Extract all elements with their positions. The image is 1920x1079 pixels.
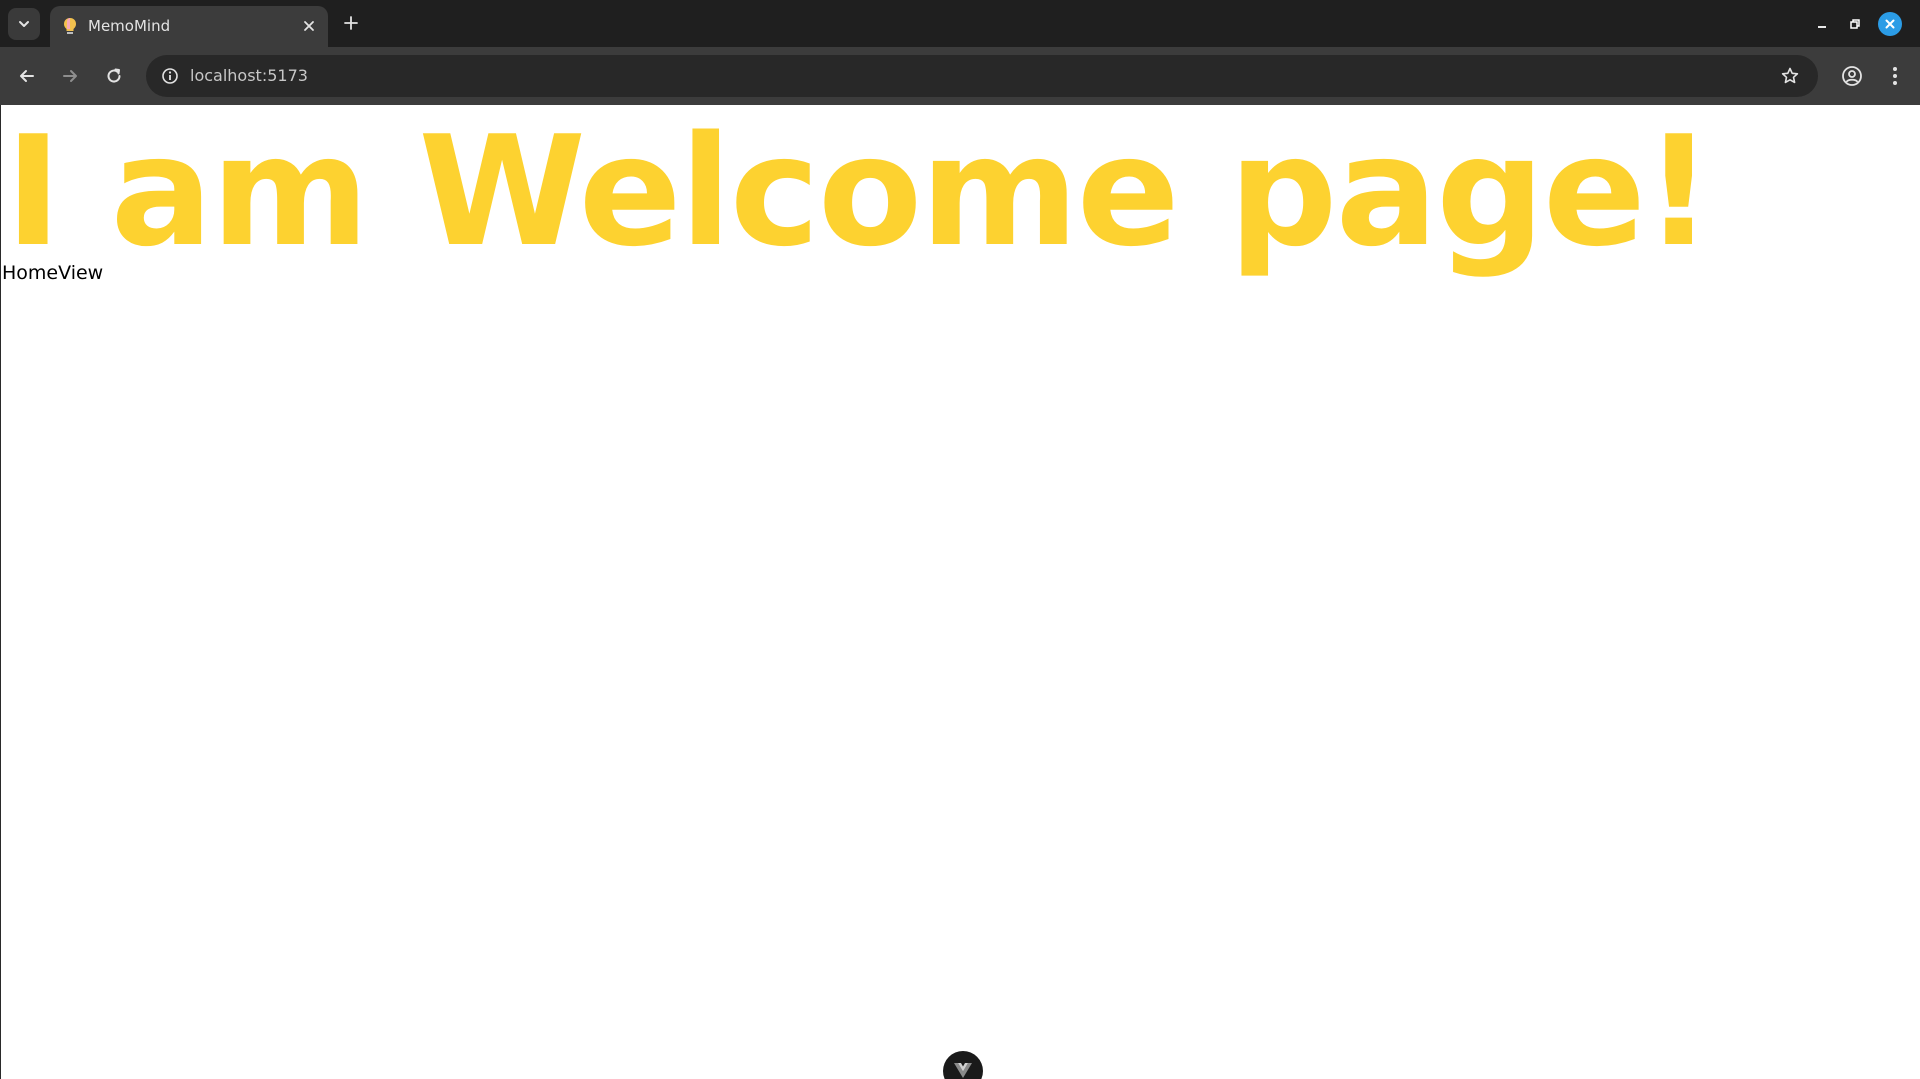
back-button[interactable] (11, 60, 43, 92)
arrow-left-icon (20, 70, 34, 82)
home-view-label: HomeView (2, 262, 104, 284)
plus-icon (344, 16, 358, 30)
browser-menu-button[interactable] (1879, 60, 1911, 92)
url-text: localhost:5173 (190, 66, 308, 85)
reload-button[interactable] (98, 60, 130, 92)
vue-devtools-button[interactable] (943, 1051, 983, 1079)
minimize-icon (1818, 26, 1826, 28)
restore-icon (1850, 19, 1860, 29)
close-icon (304, 21, 314, 31)
maximize-button[interactable] (1843, 12, 1867, 36)
star-icon (1781, 67, 1799, 84)
info-icon (162, 68, 178, 84)
tab-title: MemoMind (88, 17, 171, 35)
address-bar[interactable]: localhost:5173 (146, 55, 1818, 97)
minimize-button[interactable] (1810, 12, 1834, 36)
close-icon (1885, 19, 1895, 29)
reload-icon (107, 68, 121, 83)
profile-icon (1842, 66, 1862, 86)
tab-strip: MemoMind (0, 0, 1920, 47)
tab-memomind[interactable]: MemoMind (50, 6, 328, 47)
tab-search-button[interactable] (8, 8, 40, 40)
profile-button[interactable] (1836, 60, 1868, 92)
bookmark-button[interactable] (1774, 60, 1806, 92)
page-viewport: I am Welcome page! HomeView (0, 103, 1920, 1079)
forward-button[interactable] (54, 60, 86, 92)
kebab-menu-icon (1893, 67, 1897, 85)
close-window-button[interactable] (1878, 12, 1902, 36)
window-controls (1800, 0, 1920, 47)
tab-close-button[interactable] (298, 15, 320, 37)
welcome-heading: I am Welcome page! (5, 103, 1713, 280)
vue-logo-icon (954, 1063, 972, 1078)
site-info-button[interactable] (154, 60, 186, 92)
chevron-down-icon (19, 21, 29, 27)
lightbulb-icon (64, 18, 76, 34)
browser-window: MemoMind localhost:5173 I am Welcome pag… (0, 0, 1920, 1079)
arrow-right-icon (63, 70, 77, 82)
new-tab-button[interactable] (338, 10, 364, 36)
